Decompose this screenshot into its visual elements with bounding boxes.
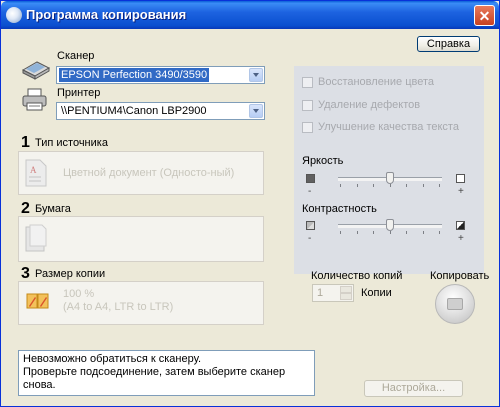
brightness-slider-thumb[interactable]	[386, 172, 394, 184]
checkbox-box[interactable]	[302, 122, 313, 133]
brightness-light-icon	[456, 174, 465, 183]
printer-icon	[447, 298, 463, 310]
section-number-1: 1	[21, 134, 30, 151]
copy-button[interactable]	[435, 284, 475, 324]
help-button[interactable]: Справка	[417, 36, 480, 52]
spin-up-button[interactable]	[340, 286, 352, 293]
copies-unit-label: Копии	[361, 287, 392, 299]
copy-size-detail: (A4 to A4, LTR to LTR)	[63, 301, 174, 313]
copies-spinner[interactable]: 1	[312, 284, 354, 302]
scanner-label: Сканер	[57, 50, 95, 62]
window-title: Программа копирования	[26, 7, 187, 22]
copy-size-icon	[26, 293, 49, 309]
contrast-low-icon	[306, 221, 315, 230]
printer-label: Принтер	[57, 87, 101, 99]
contrast-slider-thumb[interactable]	[386, 219, 394, 231]
paper-icon	[25, 224, 47, 252]
copy-size-panel[interactable]: 100 % (A4 to A4, LTR to LTR)	[18, 281, 264, 325]
printer-select[interactable]: \\PENTIUM4\Canon LBP2900	[56, 102, 265, 120]
paper-panel[interactable]	[18, 216, 264, 262]
document-icon: A	[25, 159, 47, 187]
source-type-value: Цветной документ (Односто-ный)	[63, 167, 235, 179]
status-line-2: Проверьте подсоединение, затем выберите …	[23, 366, 286, 391]
brightness-minus: -	[308, 186, 312, 197]
dialog-body: Справка Сканер EPSON Perfection 3490/359…	[5, 30, 495, 404]
paper-label: Бумага	[35, 203, 71, 215]
brightness-plus: +	[458, 186, 464, 197]
scanner-selected-value: EPSON Perfection 3490/3590	[59, 68, 210, 82]
close-button[interactable]: ✕	[474, 5, 495, 26]
checkbox-box[interactable]	[302, 100, 313, 111]
app-icon	[6, 7, 22, 23]
status-line-1: Невозможно обратиться к сканеру.	[23, 353, 202, 365]
printer-selected-value: \\PENTIUM4\Canon LBP2900	[61, 105, 207, 117]
svg-text:A: A	[30, 165, 37, 175]
brightness-ticks	[340, 184, 440, 188]
chevron-down-icon[interactable]	[249, 104, 263, 118]
contrast-ticks	[340, 231, 440, 235]
brightness-dark-icon	[306, 174, 315, 183]
title-bar[interactable]: Программа копирования ✕	[1, 1, 499, 29]
status-message-box: Невозможно обратиться к сканеру. Проверь…	[18, 350, 315, 396]
scanner-icon	[21, 61, 51, 80]
scanner-select[interactable]: EPSON Perfection 3490/3590	[56, 66, 265, 84]
printer-icon	[22, 88, 47, 111]
source-type-panel[interactable]: A Цветной документ (Односто-ный)	[18, 151, 264, 195]
image-options-panel: Восстановление цвета Удаление дефектов У…	[294, 66, 484, 274]
settings-button[interactable]: Настройка...	[364, 380, 463, 397]
contrast-minus: -	[308, 233, 312, 244]
contrast-label: Контрастность	[302, 203, 377, 215]
copy-utility-window: Программа копирования ✕ Справка Сканер E…	[0, 0, 500, 407]
contrast-high-icon	[456, 221, 465, 230]
color-restore-label: Восстановление цвета	[318, 76, 435, 88]
defect-removal-label: Удаление дефектов	[318, 99, 421, 111]
spin-down-button[interactable]	[340, 293, 352, 300]
copy-size-percent: 100 %	[63, 288, 95, 300]
text-enhance-label: Улучшение качества текста	[318, 121, 459, 133]
copy-size-label: Размер копии	[35, 268, 106, 280]
copies-count-label: Количество копий	[311, 270, 403, 282]
contrast-plus: +	[458, 233, 464, 244]
brightness-label: Яркость	[302, 155, 344, 167]
chevron-down-icon[interactable]	[249, 68, 263, 82]
copies-value: 1	[317, 287, 324, 299]
copy-button-label: Копировать	[430, 270, 490, 282]
checkbox-box[interactable]	[302, 77, 313, 88]
source-type-label: Тип источника	[35, 137, 108, 149]
